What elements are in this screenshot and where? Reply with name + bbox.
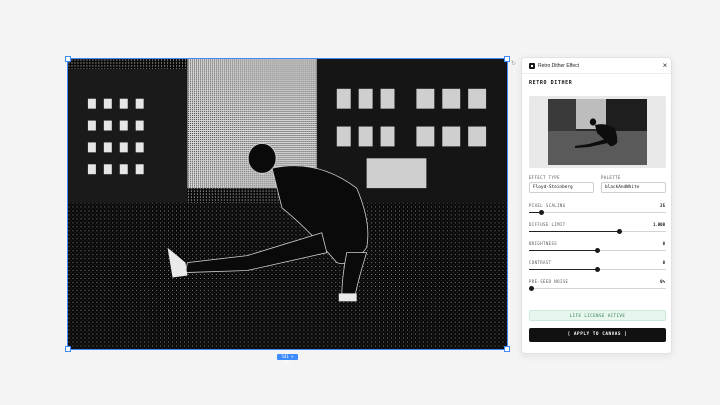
panel-titlebar: Retro Dither Effect ×	[522, 58, 671, 74]
slider-label: BRIGHTNESS	[529, 241, 558, 246]
rotate-icon[interactable]: ↻	[511, 61, 517, 67]
slider-label: CONTRAST	[529, 260, 552, 265]
slider-value: 0%	[660, 279, 665, 284]
close-icon[interactable]: ×	[661, 62, 669, 70]
slider-value: 0	[662, 260, 665, 265]
app-icon	[529, 63, 535, 69]
effect-type-select[interactable]: Floyd-Steinberg	[529, 182, 594, 193]
slider-fill	[529, 269, 598, 270]
palette-select[interactable]: blackAndWhite	[601, 182, 666, 193]
slider-value: 1.000	[652, 222, 665, 227]
slider-value: 25	[660, 203, 665, 208]
slider-track[interactable]	[529, 267, 666, 272]
window-title: Retro Dither Effect	[538, 63, 580, 69]
slider-fill	[529, 250, 598, 251]
preview-thumbnail	[529, 96, 666, 168]
dithered-image	[68, 59, 507, 349]
palette-label: PALETTE	[601, 175, 621, 180]
effect-type-label: EFFECT TYPE	[529, 175, 560, 180]
slider-label: DIFFUSE LIMIT	[529, 222, 566, 227]
effect-panel: Retro Dither Effect × RETRO DITHER EFFEC…	[521, 57, 672, 354]
size-badge: 541 × 361	[277, 354, 298, 365]
slider-track[interactable]	[529, 210, 666, 215]
canvas-image-frame[interactable]	[65, 56, 510, 352]
resize-handle-bottom-right[interactable]	[504, 346, 510, 352]
resize-handle-bottom-left[interactable]	[65, 346, 71, 352]
resize-handle-top-right[interactable]	[504, 56, 510, 62]
slider-track[interactable]	[529, 248, 666, 253]
slider-thumb[interactable]	[595, 267, 600, 272]
slider-thumb[interactable]	[529, 286, 534, 291]
preview-image	[548, 99, 647, 165]
resize-handle-top-left[interactable]	[65, 56, 71, 62]
slider-track[interactable]	[529, 229, 666, 234]
slider-thumb[interactable]	[595, 248, 600, 253]
slider-value: 0	[662, 241, 665, 246]
panel-heading: RETRO DITHER	[529, 80, 573, 86]
slider-label: PIXEL SCALING	[529, 203, 566, 208]
slider-fill	[529, 231, 620, 232]
slider-label: PRE-SEED NOISE	[529, 279, 569, 284]
apply-to-canvas-button[interactable]: [ APPLY TO CANVAS ]	[529, 328, 666, 342]
license-status-badge: LIFE LICENSE ACTIVE	[529, 310, 666, 321]
slider-thumb[interactable]	[538, 210, 544, 215]
slider-track[interactable]	[529, 286, 666, 291]
slider-thumb[interactable]	[616, 229, 622, 234]
